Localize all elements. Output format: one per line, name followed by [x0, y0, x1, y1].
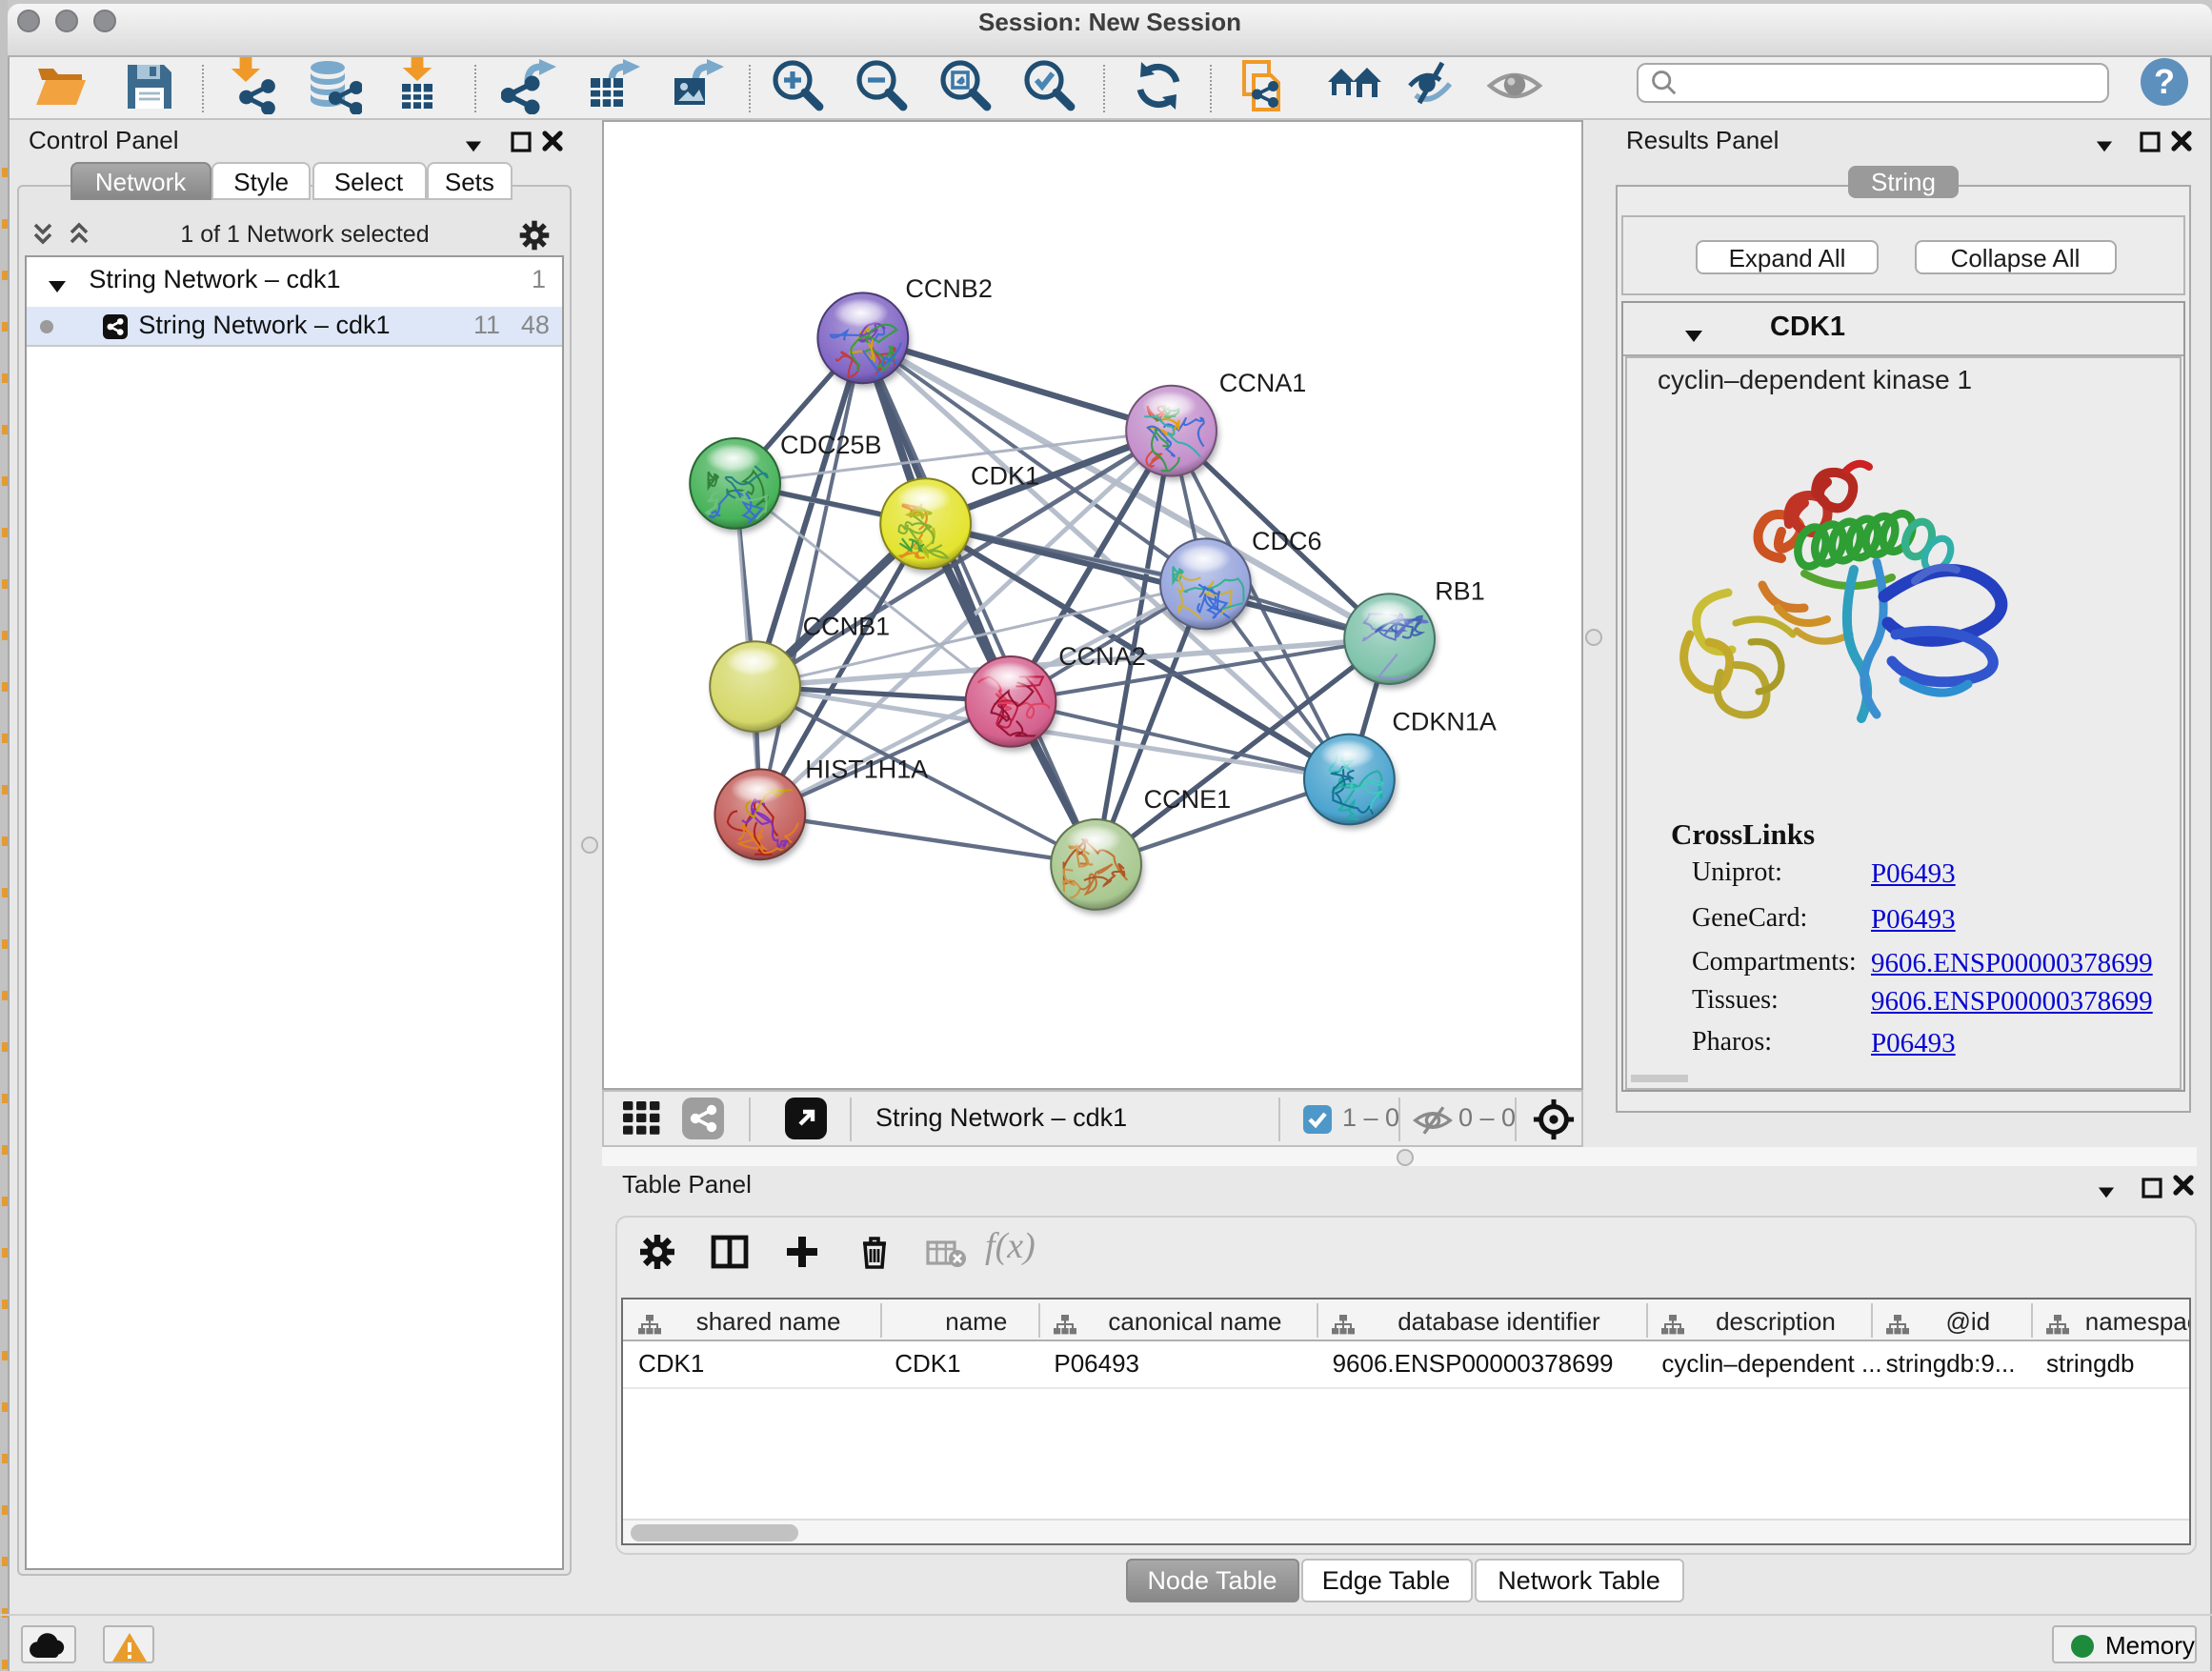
svg-text:CCNB1: CCNB1 [802, 611, 890, 639]
svg-text:CCNA2: CCNA2 [1057, 641, 1145, 670]
svg-text:RB1: RB1 [1434, 576, 1484, 605]
svg-text:HIST1H1A: HIST1H1A [804, 754, 927, 782]
svg-text:CCNB2: CCNB2 [904, 273, 992, 302]
svg-text:CDC25B: CDC25B [779, 430, 881, 458]
svg-text:?: ? [2153, 62, 2174, 101]
svg-text:CCNA1: CCNA1 [1218, 368, 1306, 396]
svg-text:CDK1: CDK1 [970, 460, 1038, 489]
svg-text:CDKN1A: CDKN1A [1391, 706, 1496, 735]
svg-text:CCNE1: CCNE1 [1143, 784, 1231, 813]
svg-text:CDC6: CDC6 [1251, 526, 1321, 554]
